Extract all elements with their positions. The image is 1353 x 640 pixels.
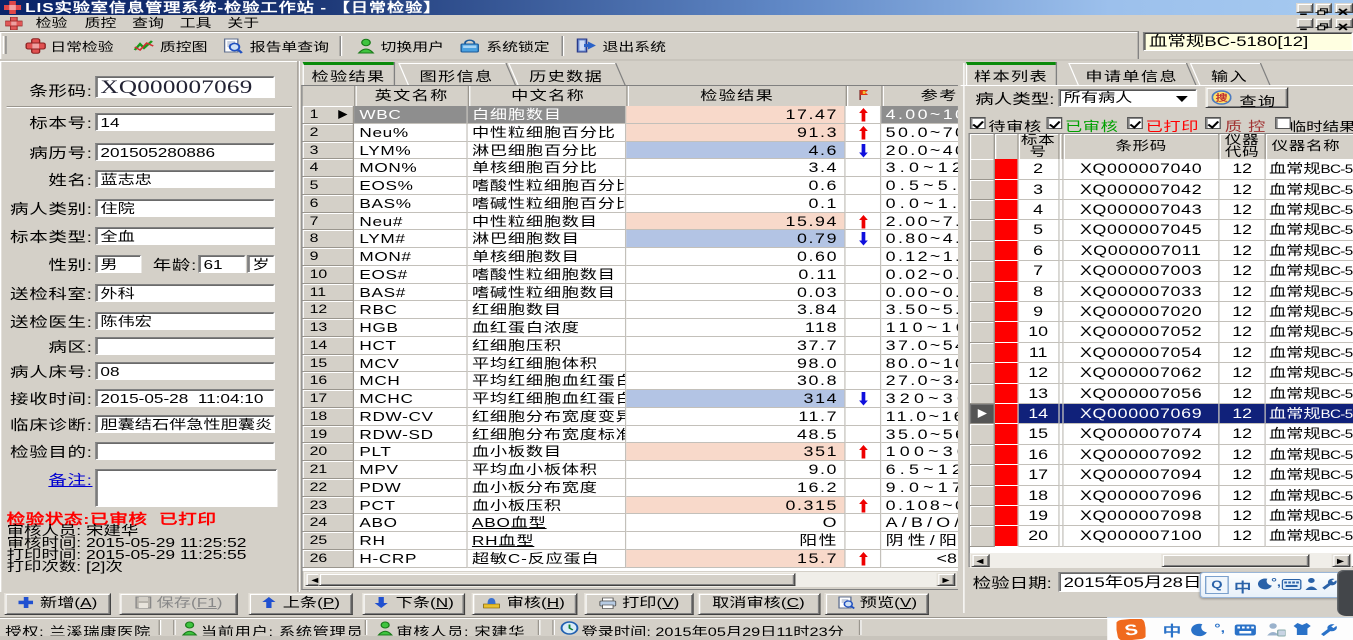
svg-text:搜: 搜 [1216, 92, 1228, 103]
